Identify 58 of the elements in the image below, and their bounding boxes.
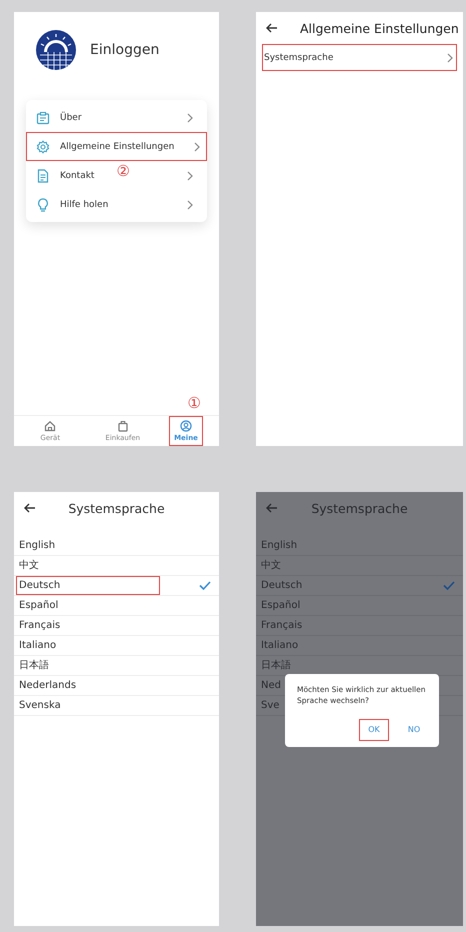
gear-icon xyxy=(36,140,50,154)
language-label: Français xyxy=(260,619,302,633)
language-option[interactable]: Español xyxy=(14,596,219,616)
chevron-icon xyxy=(187,112,193,122)
language-option[interactable]: Svenska xyxy=(14,696,219,716)
language-option[interactable]: Français xyxy=(14,616,219,636)
language-option[interactable]: Deutsch xyxy=(14,576,219,596)
home-icon xyxy=(44,420,56,432)
menu-label: Kontakt xyxy=(60,170,94,180)
language-label: English xyxy=(18,539,56,553)
screen-title: Systemsprache xyxy=(310,500,409,516)
language-option[interactable]: English xyxy=(14,536,219,556)
menu-label: Hilfe holen xyxy=(60,200,108,210)
language-label: 中文 xyxy=(18,558,39,573)
language-label: 日本語 xyxy=(260,658,291,673)
language-label: Deutsch xyxy=(260,579,302,593)
language-option[interactable]: 日本語 xyxy=(14,656,219,676)
language-option[interactable]: 中文 xyxy=(14,556,219,576)
user-circle-icon xyxy=(180,420,192,432)
language-label: Español xyxy=(18,599,58,613)
language-label: Svenska xyxy=(18,699,61,713)
language-label: Español xyxy=(260,599,300,613)
language-label: 中文 xyxy=(260,558,281,573)
language-label: Ned xyxy=(260,679,281,693)
step-number: ① xyxy=(188,396,201,411)
clipboard-icon xyxy=(36,110,50,124)
menu-item[interactable]: Über xyxy=(26,103,207,132)
menu-item[interactable]: Allgemeine Einstellungen xyxy=(26,132,207,161)
screen-title: Allgemeine Einstellungen xyxy=(300,20,459,36)
language-option[interactable]: Italiano xyxy=(14,636,219,656)
language-label: Sve xyxy=(260,699,280,713)
chevron-icon xyxy=(194,142,200,152)
settings-item[interactable]: Systemsprache xyxy=(262,44,457,71)
language-label: Italiano xyxy=(260,639,298,653)
back-arrow-icon[interactable] xyxy=(266,23,278,33)
dialog-button[interactable]: OK xyxy=(359,718,389,741)
menu-label: Allgemeine Einstellungen xyxy=(60,142,174,152)
lightbulb-icon xyxy=(36,198,50,212)
chevron-icon xyxy=(187,170,193,180)
language-label: Nederlands xyxy=(18,679,76,693)
language-label: Deutsch xyxy=(16,576,160,595)
chevron-icon xyxy=(447,52,453,62)
chevron-icon xyxy=(187,200,193,210)
language-label: Français xyxy=(18,619,60,633)
language-label: English xyxy=(260,539,298,553)
shopping-bag-icon xyxy=(116,420,129,432)
language-label: Italiano xyxy=(18,639,56,653)
menu-item[interactable]: Hilfe holen xyxy=(26,190,207,219)
back-arrow-icon[interactable] xyxy=(24,503,36,513)
document-icon xyxy=(36,168,50,182)
step-number: ② xyxy=(116,164,130,179)
menu-label: Über xyxy=(60,112,82,122)
login-label[interactable]: Einloggen xyxy=(90,42,160,58)
screen-title: Systemsprache xyxy=(67,500,166,516)
language-label: 日本語 xyxy=(18,658,49,673)
menu-item[interactable]: Kontakt ② xyxy=(26,161,207,190)
solar-logo-icon xyxy=(36,30,76,70)
language-option[interactable]: Nederlands xyxy=(14,676,219,696)
